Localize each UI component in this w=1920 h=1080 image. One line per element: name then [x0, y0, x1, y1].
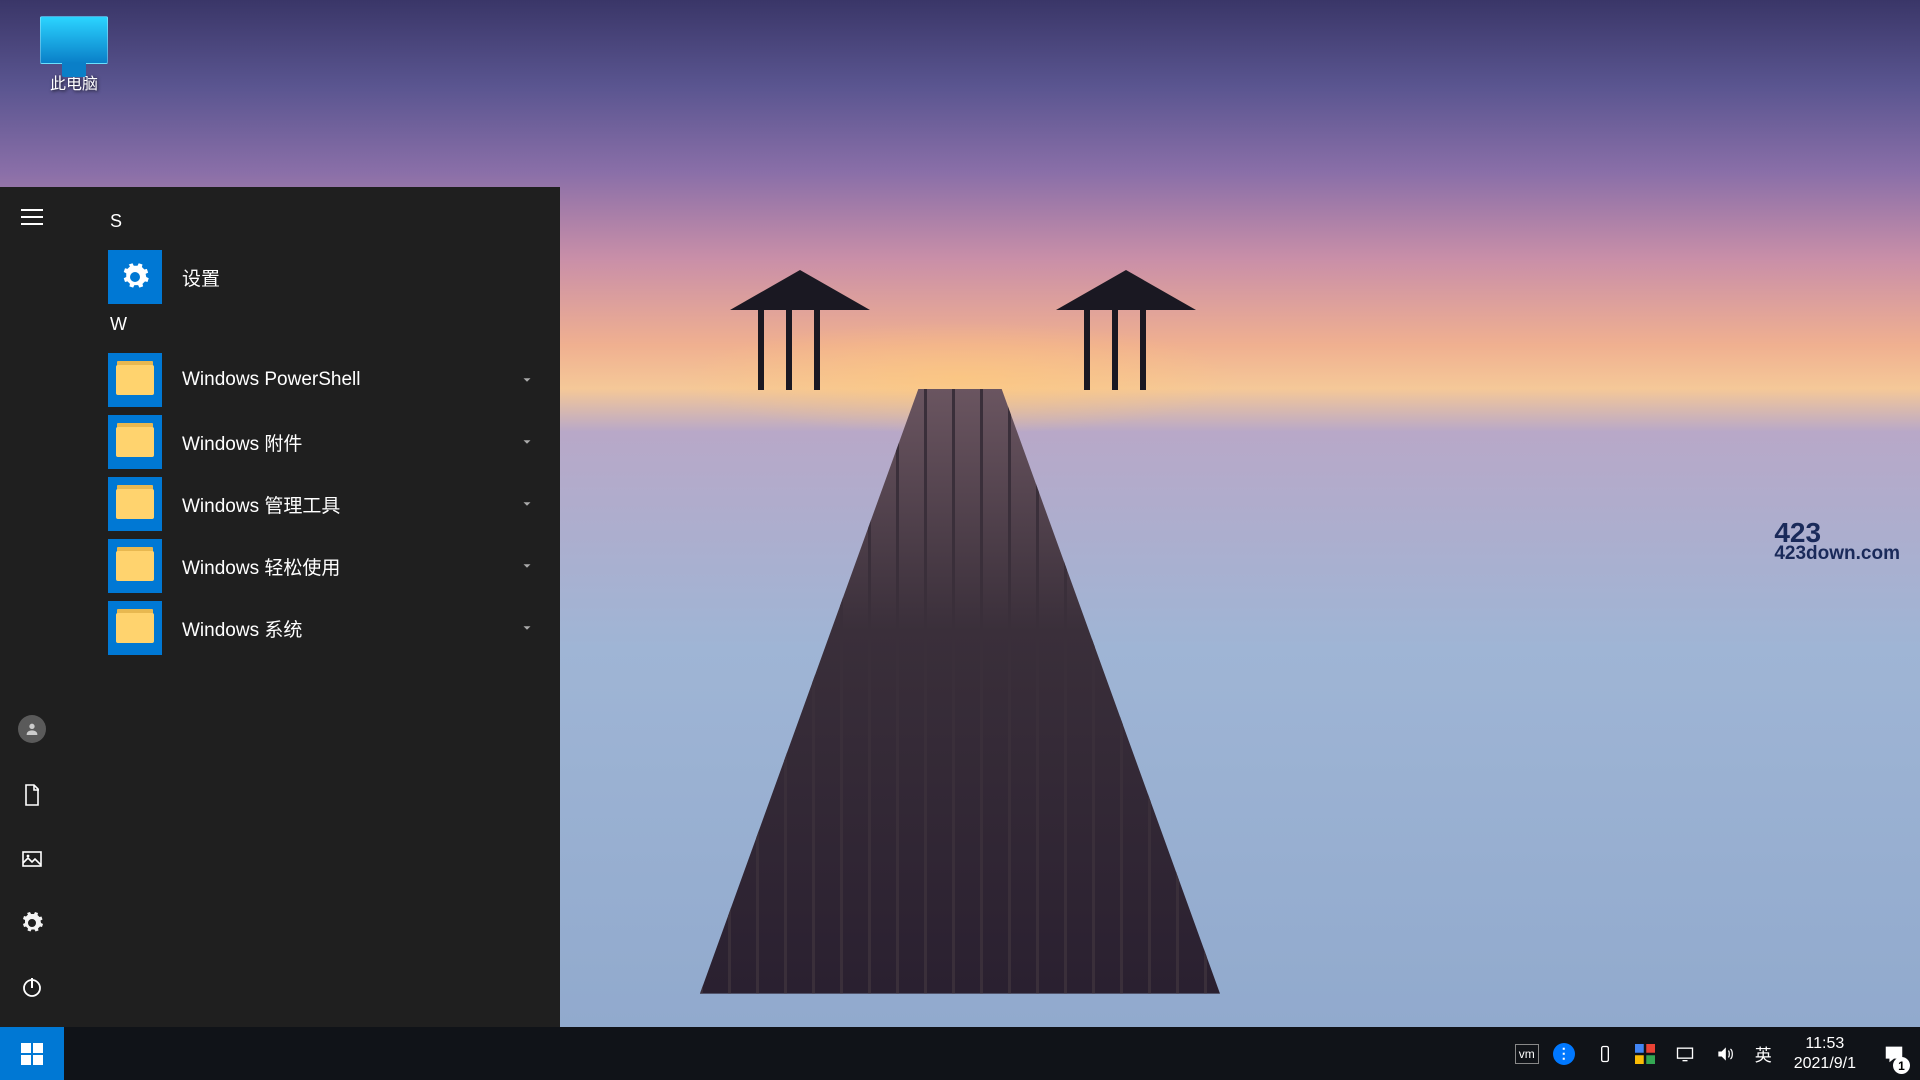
person-icon: [24, 721, 40, 737]
chevron-down-icon: [520, 559, 534, 573]
section-header-s[interactable]: S: [108, 205, 552, 246]
gear-tile-icon: [108, 250, 162, 304]
folder-windows-powershell[interactable]: Windows PowerShell: [108, 349, 552, 411]
tray-bluetooth-icon[interactable]: ⋮: [1543, 1027, 1585, 1080]
pictures-button[interactable]: [20, 847, 44, 871]
desktop-icon-this-pc[interactable]: 此电脑: [24, 16, 124, 94]
app-label: Windows 管理工具: [182, 491, 500, 518]
chevron-down-icon: [520, 621, 534, 635]
power-icon: [20, 975, 44, 999]
user-account-button[interactable]: [18, 715, 46, 743]
app-label: Windows 轻松使用: [182, 553, 500, 580]
document-icon: [20, 783, 44, 807]
action-center-button[interactable]: 1: [1868, 1027, 1920, 1080]
folder-icon: [108, 477, 162, 531]
folder-windows-system[interactable]: Windows 系统: [108, 597, 552, 659]
app-label: 设置: [182, 264, 534, 291]
app-label: Windows 系统: [182, 615, 500, 642]
notification-badge: 1: [1893, 1057, 1910, 1074]
gear-icon: [20, 911, 44, 935]
clock-date: 2021/9/1: [1794, 1054, 1856, 1074]
desktop[interactable]: 423 423down.com 此电脑: [0, 0, 1920, 1080]
settings-button[interactable]: [20, 911, 44, 935]
hamburger-icon[interactable]: [21, 209, 43, 225]
folder-windows-admin-tools[interactable]: Windows 管理工具: [108, 473, 552, 535]
folder-icon: [108, 601, 162, 655]
folder-icon: [108, 539, 162, 593]
app-label: Windows 附件: [182, 429, 500, 456]
clock-time: 11:53: [1794, 1034, 1856, 1054]
start-rail: [0, 187, 64, 1027]
taskbar-clock[interactable]: 11:53 2021/9/1: [1782, 1034, 1868, 1074]
folder-icon: [108, 415, 162, 469]
tray-vmware-icon[interactable]: vm: [1515, 1044, 1539, 1064]
power-button[interactable]: [20, 975, 44, 999]
start-button[interactable]: [0, 1027, 64, 1080]
picture-icon: [20, 847, 44, 871]
start-app-list: S 设置 W Windows PowerShell Windows 附件: [64, 187, 560, 1027]
chevron-down-icon: [520, 435, 534, 449]
tray-network-icon[interactable]: [1665, 1027, 1705, 1080]
chevron-down-icon: [520, 373, 534, 387]
chevron-down-icon: [520, 497, 534, 511]
app-label: Windows PowerShell: [182, 369, 500, 391]
watermark: 423 423down.com: [1774, 520, 1900, 562]
folder-icon: [108, 353, 162, 407]
tray-device-icon[interactable]: [1585, 1027, 1625, 1080]
wallpaper-pavilion-left: [730, 270, 870, 410]
monitor-icon: [40, 16, 108, 64]
windows-logo-icon: [21, 1043, 43, 1065]
app-settings[interactable]: 设置: [108, 246, 552, 308]
documents-button[interactable]: [20, 783, 44, 807]
tray-color-icon[interactable]: [1625, 1027, 1665, 1080]
system-tray: vm ⋮ 英 11:53 2021/9/1 1: [1515, 1027, 1920, 1080]
folder-windows-ease-of-access[interactable]: Windows 轻松使用: [108, 535, 552, 597]
section-header-w[interactable]: W: [108, 308, 552, 349]
wallpaper-pier: [700, 389, 1220, 994]
tray-volume-icon[interactable]: [1705, 1027, 1745, 1080]
folder-windows-accessories[interactable]: Windows 附件: [108, 411, 552, 473]
tray-ime-indicator[interactable]: 英: [1745, 1027, 1782, 1080]
taskbar: vm ⋮ 英 11:53 2021/9/1 1: [0, 1027, 1920, 1080]
start-menu: S 设置 W Windows PowerShell Windows 附件: [0, 187, 560, 1027]
wallpaper-pavilion-right: [1056, 270, 1196, 410]
